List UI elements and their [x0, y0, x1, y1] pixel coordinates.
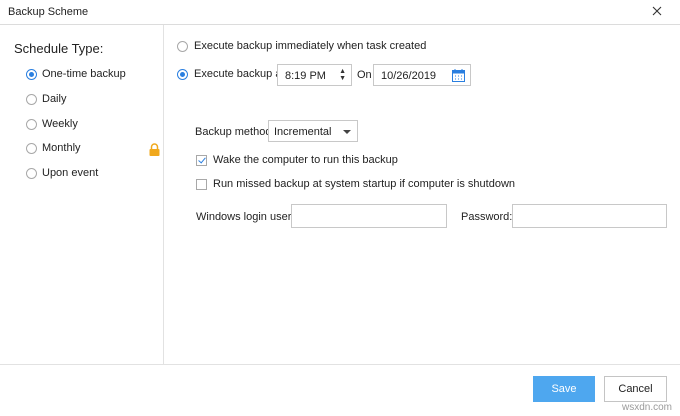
- save-button[interactable]: Save: [533, 376, 595, 402]
- schedule-type-heading: Schedule Type:: [14, 41, 104, 56]
- time-value: 8:19 PM: [285, 70, 326, 82]
- one-time-label: One-time backup: [42, 68, 126, 80]
- upon-event-label: Upon event: [42, 167, 99, 179]
- lock-icon: [149, 143, 160, 159]
- cancel-button[interactable]: Cancel: [604, 376, 667, 402]
- date-value: 10/26/2019: [381, 70, 437, 82]
- backup-method-select[interactable]: Incremental: [268, 120, 358, 142]
- spinner-icon[interactable]: ▲ ▼: [339, 68, 346, 82]
- execute-at-label: Execute backup at: [194, 68, 285, 80]
- schedule-option-one-time[interactable]: One-time backup: [26, 66, 126, 82]
- upon-event-radio[interactable]: [26, 167, 37, 179]
- weekly-label: Weekly: [42, 118, 78, 130]
- missed-backup-option[interactable]: Run missed backup at system startup if c…: [196, 177, 515, 191]
- one-time-radio[interactable]: [26, 68, 37, 80]
- monthly-label: Monthly: [42, 142, 81, 154]
- execute-immediately-radio[interactable]: [177, 40, 188, 52]
- schedule-option-upon-event[interactable]: Upon event: [26, 165, 98, 181]
- footer-divider: [0, 364, 680, 365]
- time-picker[interactable]: 8:19 PM ▲ ▼: [277, 64, 352, 86]
- on-label: On: [357, 69, 372, 81]
- schedule-option-weekly[interactable]: Weekly: [26, 116, 78, 132]
- watermark: wsxdn.com: [621, 402, 672, 413]
- backup-method-label: Backup method: [195, 126, 272, 138]
- daily-radio[interactable]: [26, 93, 37, 105]
- windows-login-label: Windows login user:: [196, 211, 295, 223]
- date-picker[interactable]: 10/26/2019: [373, 64, 471, 86]
- password-label: Password:: [461, 211, 513, 223]
- weekly-radio[interactable]: [26, 118, 37, 130]
- missed-backup-checkbox[interactable]: [196, 178, 207, 190]
- execute-immediately-option[interactable]: Execute backup immediately when task cre…: [177, 38, 426, 54]
- windows-login-input[interactable]: [291, 204, 447, 228]
- schedule-option-monthly[interactable]: Monthly: [26, 140, 81, 156]
- backup-scheme-dialog: Backup Scheme Schedule Type: One-time ba…: [0, 0, 680, 416]
- monthly-radio[interactable]: [26, 142, 37, 154]
- missed-backup-label: Run missed backup at system startup if c…: [213, 178, 516, 190]
- execute-immediately-label: Execute backup immediately when task cre…: [194, 40, 427, 52]
- wake-computer-label: Wake the computer to run this backup: [213, 154, 398, 166]
- title-bar: Backup Scheme: [0, 0, 680, 24]
- wake-computer-checkbox[interactable]: [196, 154, 207, 166]
- close-icon: [652, 6, 662, 16]
- chevron-down-icon: [343, 130, 351, 134]
- close-button[interactable]: [648, 2, 666, 20]
- backup-method-value: Incremental: [274, 126, 332, 138]
- password-input[interactable]: [512, 204, 667, 228]
- dialog-title: Backup Scheme: [8, 6, 89, 18]
- wake-computer-option[interactable]: Wake the computer to run this backup: [196, 153, 398, 167]
- execute-at-option[interactable]: Execute backup at: [177, 66, 285, 82]
- daily-label: Daily: [42, 93, 67, 105]
- schedule-option-daily[interactable]: Daily: [26, 91, 66, 107]
- execute-at-radio[interactable]: [177, 68, 188, 80]
- calendar-icon[interactable]: [452, 69, 465, 85]
